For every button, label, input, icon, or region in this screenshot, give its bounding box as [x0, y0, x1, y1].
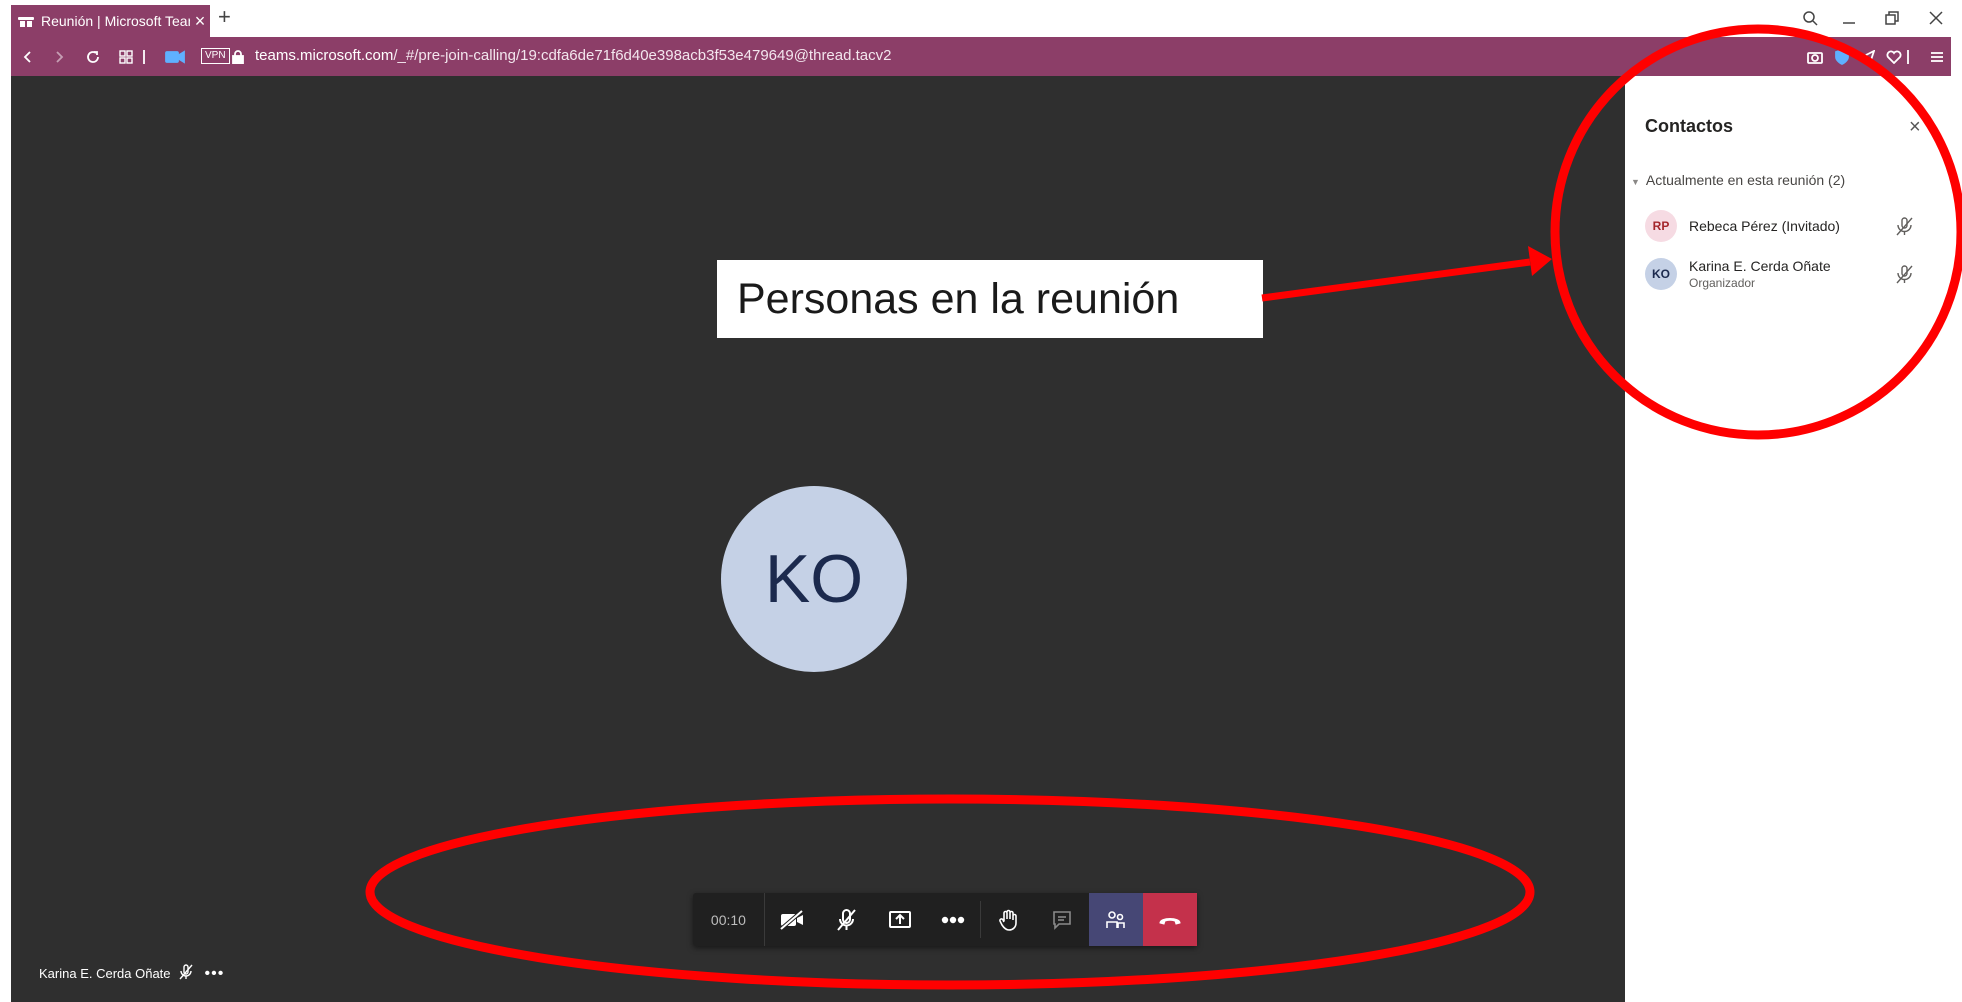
- chevron-down-icon: ▼: [1631, 177, 1640, 187]
- tab-close-icon[interactable]: ×: [190, 11, 210, 32]
- group-label: Actualmente en esta reunión (2): [1645, 172, 1846, 188]
- participant-avatar: KO: [721, 486, 907, 672]
- avatar: KO: [1645, 258, 1677, 290]
- participants-panel: Contactos × ▼ Actualmente en esta reunión…: [1625, 76, 1951, 1002]
- snapshot-icon[interactable]: [1804, 46, 1826, 68]
- mic-off-icon: [1895, 216, 1913, 241]
- participant-name: Rebeca Pérez (Invitado): [1689, 218, 1840, 234]
- self-name-label: Karina E. Cerda Oñate •••: [39, 964, 224, 983]
- participant-name: Karina E. Cerda Oñate: [1689, 258, 1831, 274]
- camera-off-icon[interactable]: [765, 893, 819, 946]
- forward-icon[interactable]: [48, 46, 70, 68]
- more-icon[interactable]: [927, 893, 981, 946]
- hang-up-icon[interactable]: [1143, 893, 1197, 946]
- url-host: teams.microsoft.com: [255, 47, 394, 64]
- participant-row[interactable]: KO Karina E. Cerda Oñate Organizador: [1645, 254, 1945, 294]
- browser-tab-bar: Reunión | Microsoft Teams × +: [0, 0, 1962, 37]
- participant-role: Organizador: [1689, 276, 1756, 290]
- meeting-stage: KO Personas en la reunión 00:10 Karina E…: [11, 76, 1625, 1002]
- close-icon[interactable]: ×: [1909, 116, 1921, 139]
- back-icon[interactable]: [17, 46, 39, 68]
- panel-title: Contactos: [1645, 116, 1734, 136]
- shield-icon[interactable]: [1831, 46, 1853, 68]
- lock-icon[interactable]: [227, 46, 249, 68]
- participant-group-header[interactable]: ▼ Actualmente en esta reunión (2): [1631, 172, 1845, 188]
- mic-off-icon: [1895, 264, 1913, 289]
- participant-row[interactable]: RP Rebeca Pérez (Invitado): [1645, 206, 1945, 246]
- url-path: /_#/pre-join-calling/19:cdfa6de71f6d40e3…: [393, 47, 892, 64]
- vpn-badge[interactable]: VPN: [201, 48, 230, 64]
- menu-icon[interactable]: [1926, 46, 1948, 68]
- raise-hand-icon[interactable]: [981, 893, 1035, 946]
- participant-info: Karina E. Cerda Oñate Organizador: [1689, 258, 1831, 290]
- new-tab-icon[interactable]: +: [218, 4, 231, 30]
- avatar: RP: [1645, 210, 1677, 242]
- camera-permission-icon[interactable]: [164, 46, 186, 68]
- browser-tab[interactable]: Reunión | Microsoft Teams ×: [11, 5, 210, 37]
- url-text[interactable]: teams.microsoft.com/_#/pre-join-calling/…: [255, 47, 891, 64]
- self-name: Karina E. Cerda Oñate: [39, 966, 171, 981]
- annotation-callout: Personas en la reunión: [717, 260, 1263, 338]
- send-icon[interactable]: [1857, 46, 1879, 68]
- browser-search-icon[interactable]: [1798, 6, 1822, 30]
- divider: [1905, 46, 1911, 68]
- share-screen-icon[interactable]: [873, 893, 927, 946]
- teams-tab-icon: [18, 17, 34, 27]
- address-bar: VPN teams.microsoft.com/_#/pre-join-call…: [11, 37, 1951, 76]
- participant-info: Rebeca Pérez (Invitado): [1689, 218, 1840, 234]
- minimize-icon[interactable]: [1837, 6, 1861, 30]
- tab-title: Reunión | Microsoft Teams: [41, 13, 190, 29]
- close-window-icon[interactable]: [1924, 6, 1948, 30]
- restore-icon[interactable]: [1880, 6, 1904, 30]
- mic-off-icon[interactable]: [819, 893, 873, 946]
- reload-icon[interactable]: [82, 46, 104, 68]
- more-options-icon[interactable]: •••: [205, 965, 225, 983]
- chat-icon[interactable]: [1035, 893, 1089, 946]
- mic-off-icon: [178, 964, 193, 983]
- heart-icon[interactable]: [1883, 46, 1905, 68]
- participants-icon[interactable]: [1089, 893, 1144, 946]
- call-controls: 00:10: [693, 893, 1197, 946]
- divider: [141, 46, 147, 68]
- grid-icon[interactable]: [115, 46, 137, 68]
- call-timer: 00:10: [693, 893, 765, 946]
